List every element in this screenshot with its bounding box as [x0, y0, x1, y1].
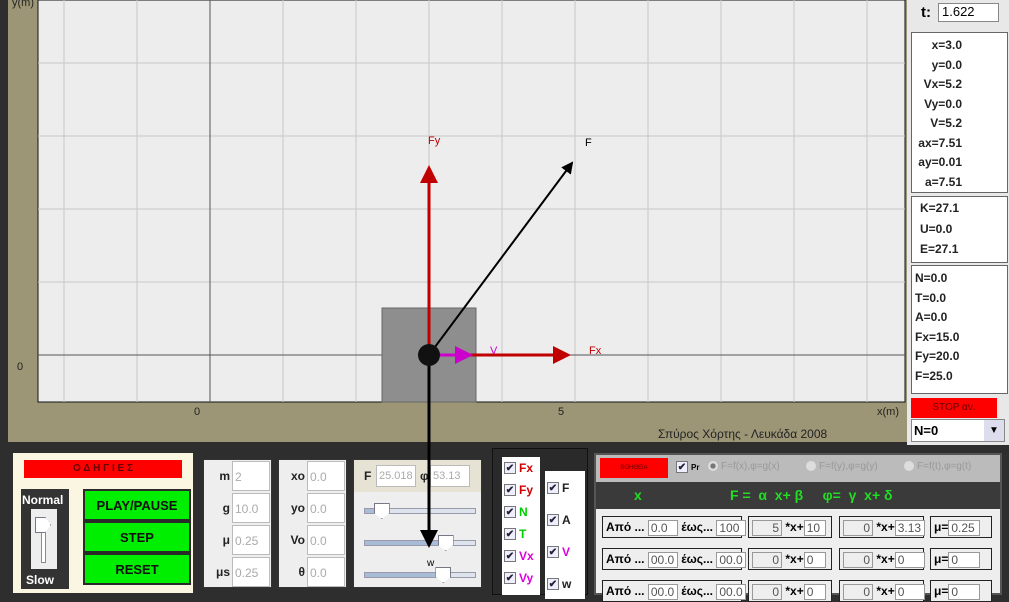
chevron-down-icon[interactable]: ▼ [984, 420, 1004, 441]
energy-box: K=27.1 U=0.0 E=27.1 [911, 196, 1008, 263]
friction-coeff: μ= 0 [930, 580, 992, 602]
kinematics-value: y=0.0 [931, 57, 962, 72]
kinematics-value: a=7.51 [924, 174, 962, 189]
time-field[interactable]: 1.622 [938, 3, 999, 22]
motion-plot: Fy F Fx V w [37, 0, 906, 569]
kinematics-value: x=3.0 [931, 38, 962, 52]
forces-value: N=0.0 [915, 271, 948, 285]
friction-coeff: μ= 0 [930, 548, 992, 570]
kinematics-value: ax=7.51 [918, 135, 962, 150]
radio-label: F=f(t),φ=g(t) [917, 461, 972, 472]
body-point [418, 344, 440, 366]
forces-value: Fy=20.0 [915, 349, 960, 363]
kinematics-value: Vy=0.0 [924, 96, 962, 111]
forces-value: F=25.0 [915, 368, 953, 383]
energy-value: U=0.0 [920, 221, 953, 236]
mu-field[interactable]: 0 [948, 551, 981, 568]
forces-value: Fx=15.0 [915, 329, 960, 344]
mode-radio[interactable]: F=f(t),φ=g(t) [904, 461, 971, 472]
stop-button[interactable]: STOP αν. [911, 398, 997, 418]
readout-panel: t: 1.622 x=3.0 y=0.0 Vx=5.2 Vy=0.0 V=5.2 ax=7… [907, 0, 1009, 445]
friction-coeff: μ= 0.25 [930, 516, 992, 538]
f-label: F [585, 137, 592, 149]
kinematics-box: x=3.0 y=0.0 Vx=5.2 Vy=0.0 V=5.2 ax=7.51 ay=0.0… [911, 32, 1008, 193]
n-select-value: N=0 [914, 423, 939, 438]
kinematics-value: V=5.2 [930, 116, 962, 130]
forces-box: N=0.0 T=0.0 A=0.0 Fx=15.0 Fy=20.0 F=25.0 [911, 265, 1008, 394]
energy-value: E=27.1 [920, 242, 959, 256]
kinematics-value: ay=0.01 [918, 155, 962, 169]
time-label: t: [921, 4, 931, 21]
mu-field[interactable]: 0 [948, 583, 981, 600]
forces-value: T=0.0 [915, 290, 947, 305]
fx-label: Fx [589, 345, 602, 357]
energy-value: K=27.1 [920, 201, 960, 215]
forces-value: A=0.0 [915, 310, 948, 324]
v-label: V [490, 345, 498, 357]
w-label: w [426, 558, 435, 569]
kinematics-value: Vx=5.2 [923, 77, 962, 91]
n-select[interactable]: N=0 ▼ [911, 419, 1005, 442]
fy-label: Fy [428, 135, 441, 147]
mu-field[interactable]: 0.25 [948, 519, 981, 536]
